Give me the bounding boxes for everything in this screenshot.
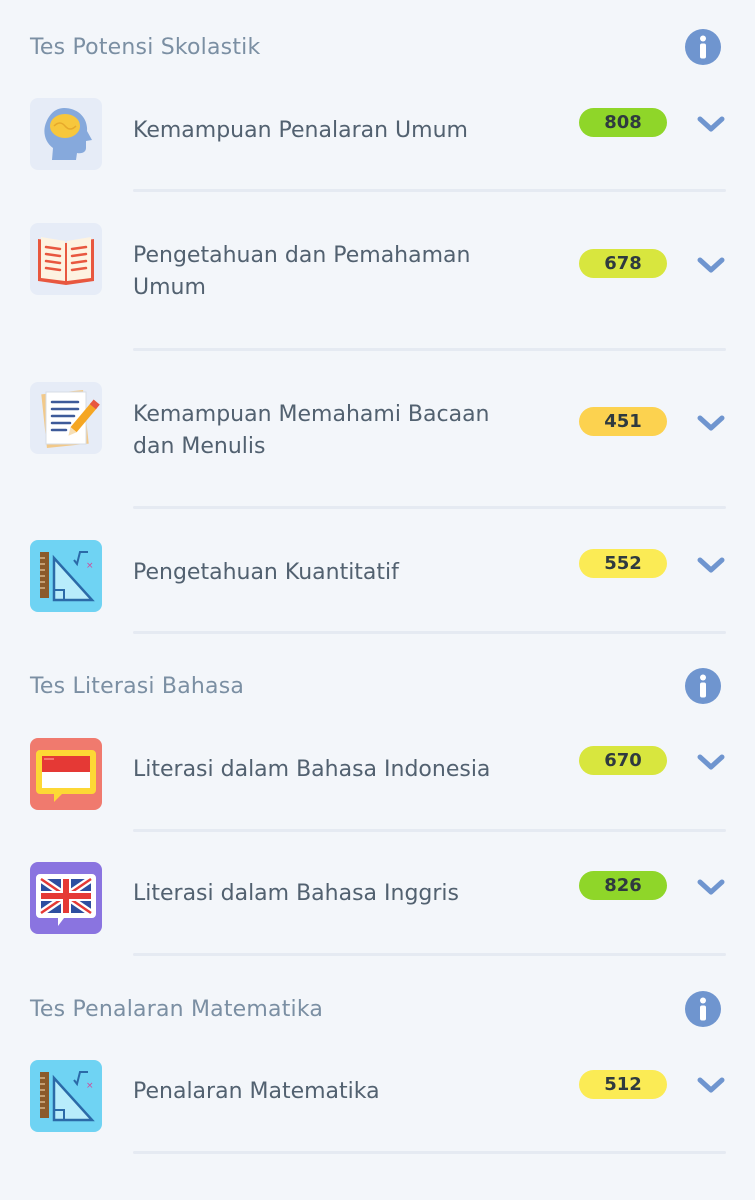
- divider: [133, 348, 726, 351]
- svg-text:×: ×: [86, 561, 94, 571]
- info-icon[interactable]: [685, 29, 721, 65]
- svg-text:×: ×: [86, 1081, 94, 1091]
- score-badge: 670: [579, 746, 667, 775]
- divider: [133, 506, 726, 509]
- ruler-triangle-icon: ×: [30, 540, 102, 612]
- paper-pencil-icon: [30, 382, 102, 454]
- score-badge: 512: [579, 1070, 667, 1099]
- uk-flag-speech-icon: [30, 862, 102, 934]
- item-label: Pengetahuan Kuantitatif: [133, 560, 399, 585]
- chevron-down-icon[interactable]: [697, 115, 725, 133]
- info-icon[interactable]: [685, 668, 721, 704]
- item-label: Kemampuan Penalaran Umum: [133, 118, 468, 143]
- score-badge: 552: [579, 549, 667, 578]
- item-label: Kemampuan Memahami Bacaan dan Menulis: [133, 402, 490, 459]
- divider: [133, 953, 726, 956]
- open-book-icon: [30, 223, 102, 295]
- item-label: Penalaran Matematika: [133, 1079, 380, 1104]
- item-label: Literasi dalam Bahasa Indonesia: [133, 757, 491, 782]
- chevron-down-icon[interactable]: [697, 1076, 725, 1094]
- score-badge: 808: [579, 108, 667, 137]
- item-label: Literasi dalam Bahasa Inggris: [133, 881, 460, 906]
- divider: [133, 189, 726, 192]
- score-badge: 451: [579, 407, 667, 436]
- score-badge: 826: [579, 871, 667, 900]
- section-title: Tes Penalaran Matematika: [30, 997, 324, 1022]
- divider: [133, 1151, 726, 1154]
- section-title: Tes Potensi Skolastik: [30, 35, 261, 60]
- divider: [133, 631, 726, 634]
- ruler-triangle-icon: ×: [30, 1060, 102, 1132]
- section-title: Tes Literasi Bahasa: [30, 674, 245, 699]
- score-badge: 678: [579, 249, 667, 278]
- divider: [133, 829, 726, 832]
- head-brain-icon: [30, 98, 102, 170]
- chevron-down-icon[interactable]: [697, 878, 725, 896]
- chevron-down-icon[interactable]: [697, 256, 725, 274]
- info-icon[interactable]: [685, 991, 721, 1027]
- chevron-down-icon[interactable]: [697, 753, 725, 771]
- chevron-down-icon[interactable]: [697, 556, 725, 574]
- indonesia-flag-speech-icon: [30, 738, 102, 810]
- item-label: Pengetahuan dan Pemahaman Umum: [133, 243, 471, 300]
- chevron-down-icon[interactable]: [697, 414, 725, 432]
